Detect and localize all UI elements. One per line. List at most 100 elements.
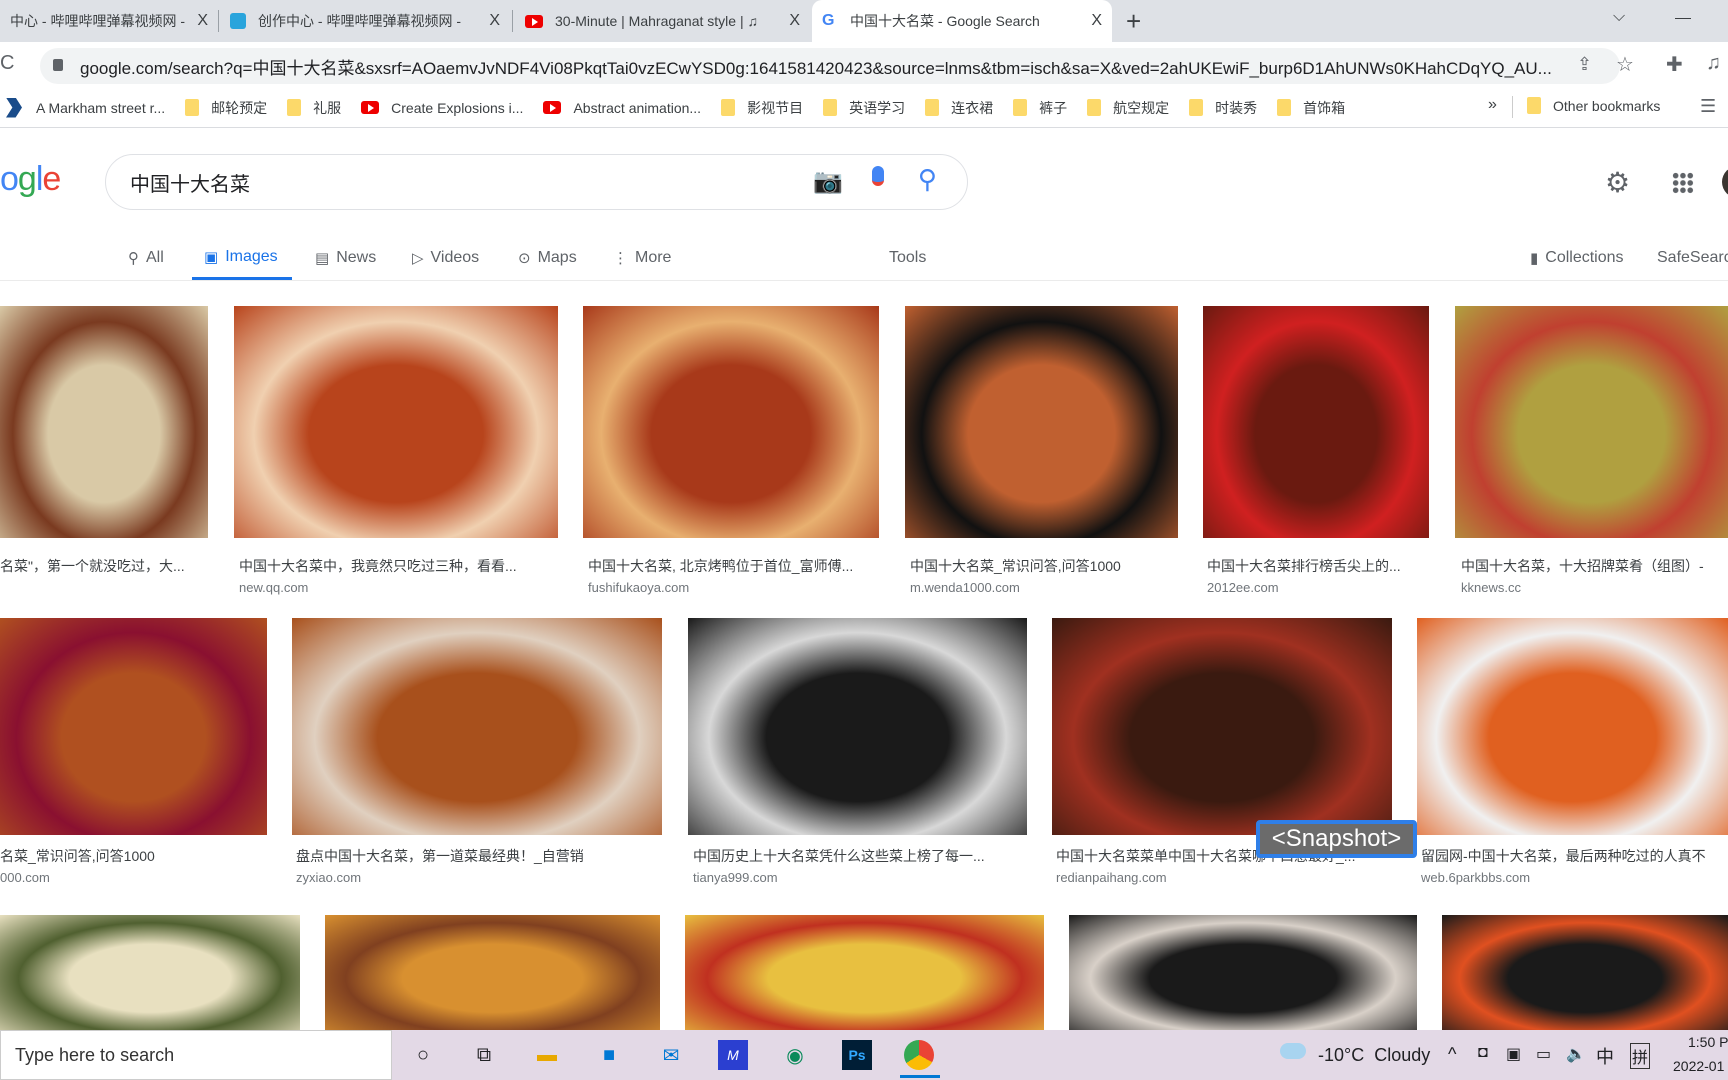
result-source[interactable]: 2012ee.com [1207,580,1279,595]
result-caption[interactable]: 中国十大名菜, 北京烤鸭位于首位_富师傅... [588,556,879,576]
new-tab-button[interactable]: + [1126,6,1141,37]
result-caption[interactable]: 盘点中国十大名菜，第一道菜最经典！_自营销 [296,846,662,866]
bookmark-folder[interactable]: 英语学习 [823,98,905,118]
volume-icon[interactable]: 🔈 [1566,1044,1586,1064]
file-explorer-icon[interactable]: ▬ [532,1040,562,1070]
result-caption[interactable]: 中国十大名菜中，我竟然只吃过三种，看看... [239,556,558,576]
weather-text[interactable]: -10°C Cloudy [1318,1045,1430,1066]
result-caption[interactable]: 名菜"，第一个就没吃过，大... [0,556,208,576]
result-source[interactable]: 000.com [0,870,50,885]
tab-images[interactable]: ▣ Images [192,236,292,280]
bookmark-folder[interactable]: 连衣裙 [925,98,993,118]
bookmark-youtube[interactable]: Abstract animation... [543,100,701,116]
tab-videos[interactable]: ▷ Videos [412,236,479,280]
show-hidden-icons-chevron[interactable]: ^ [1448,1044,1456,1065]
result-source[interactable]: kknews.cc [1461,580,1521,595]
search-icon[interactable]: ⚲ [918,164,937,195]
result-image[interactable] [1052,618,1392,835]
close-tab-icon[interactable]: X [197,12,208,30]
result-source[interactable]: fushifukaoya.com [588,580,689,595]
minimize-icon[interactable] [1675,18,1691,19]
result-caption[interactable]: 中国历史上十大名菜凭什么这些菜上榜了每一... [693,846,1027,866]
result-image[interactable] [0,618,267,835]
result-image[interactable] [234,306,558,538]
result-source[interactable]: redianpaihang.com [1056,870,1167,885]
result-source[interactable]: zyxiao.com [296,870,361,885]
bookmark-folder[interactable]: 航空规定 [1087,98,1169,118]
camera-icon[interactable]: 📷 [813,167,843,196]
result-image[interactable] [0,306,208,538]
settings-gear-icon[interactable]: ⚙ [1605,166,1630,199]
result-source[interactable]: tianya999.com [693,870,778,885]
other-bookmarks[interactable]: Other bookmarks [1527,97,1660,114]
result-source[interactable]: new.qq.com [239,580,308,595]
avatar[interactable] [1722,166,1728,198]
microsoft-store-icon[interactable]: ■ [594,1040,624,1070]
safesearch-button[interactable]: SafeSearch [1657,236,1728,280]
result-source[interactable]: web.6parkbbs.com [1421,870,1530,885]
tools-button[interactable]: Tools [889,236,926,280]
apps-grid-icon[interactable] [1672,172,1694,194]
mail-icon[interactable]: ✉ [656,1040,686,1070]
cortana-icon[interactable]: ○ [408,1040,438,1070]
extensions-puzzle-icon[interactable]: ✚ [1666,52,1683,77]
result-caption[interactable]: 中国十大名菜排行榜舌尖上的... [1207,556,1429,576]
result-caption[interactable]: 中国十大名菜，十大招牌菜肴（组图）- [1461,556,1728,576]
chrome-icon[interactable] [904,1040,934,1070]
result-caption[interactable]: 留园网-中国十大名菜，最后两种吃过的人真不 [1421,846,1728,866]
result-source[interactable]: m.wenda1000.com [910,580,1020,595]
bookmark-folder[interactable]: 裤子 [1013,98,1067,118]
ime-mode[interactable]: 拼 [1630,1043,1651,1069]
tab-bilibili-2[interactable]: 创作中心 - 哔哩哔哩弹幕视频网 - X [220,0,510,42]
more-bookmarks-button[interactable]: » [1488,96,1497,114]
result-caption[interactable]: 名菜_常识问答,问答1000 [0,846,267,866]
bookmark-folder[interactable]: 时装秀 [1189,98,1257,118]
app-icon[interactable]: M [718,1040,748,1070]
share-icon[interactable]: ⇪ [1577,54,1592,75]
close-tab-icon[interactable]: X [789,12,800,30]
bookmark-folder[interactable]: 礼服 [287,98,341,118]
tab-bilibili-1[interactable]: 中心 - 哔哩哔哩弹幕视频网 - X [0,0,218,42]
result-image[interactable] [1442,915,1728,1030]
task-view-icon[interactable]: ⧉ [469,1040,499,1070]
reading-list-icon[interactable]: ☰ [1700,96,1716,117]
lock-icon[interactable] [53,59,63,71]
bookmark-youtube[interactable]: Create Explosions i... [361,100,523,116]
result-image[interactable] [292,618,662,835]
close-tab-icon[interactable]: X [489,12,500,30]
bookmark-folder[interactable]: 首饰箱 [1277,98,1345,118]
tab-maps[interactable]: ⊙ Maps [518,236,577,280]
result-image[interactable] [905,306,1178,538]
result-image[interactable] [325,915,660,1030]
snapshot-overlay[interactable]: <Snapshot> [1256,820,1417,858]
result-image[interactable] [583,306,879,538]
microphone-icon[interactable] [872,166,884,186]
photoshop-icon[interactable]: Ps [842,1040,872,1070]
result-image[interactable] [688,618,1027,835]
tab-google-search[interactable]: G 中国十大名菜 - Google Search X [812,0,1112,42]
clock-time[interactable]: 1:50 PM [1688,1034,1728,1050]
result-image[interactable] [1203,306,1429,538]
result-image[interactable] [1455,306,1728,538]
network-icon[interactable]: ▭ [1536,1044,1551,1064]
ime-language[interactable]: 中 [1596,1043,1614,1069]
close-tab-icon[interactable]: X [1091,12,1102,30]
taskbar-search-input[interactable]: Type here to search [0,1030,392,1080]
onedrive-sync-icon[interactable]: ▣ [1506,1044,1521,1064]
tab-news[interactable]: ▤ News [315,236,376,280]
bookmark-folder[interactable]: 影视节目 [721,98,803,118]
google-logo[interactable]: ogle [0,160,61,199]
result-image[interactable] [0,915,300,1030]
collections-button[interactable]: ▮ Collections [1530,236,1624,280]
media-controls-icon[interactable]: ♫ [1706,52,1721,75]
edge-icon[interactable]: ◉ [780,1040,810,1070]
clock-date[interactable]: 2022-01 [1673,1058,1724,1074]
meet-now-icon[interactable]: ◘ [1478,1044,1488,1062]
address-bar[interactable]: google.com/search?q=中国十大名菜&sxsrf=AOaemvJ… [40,48,1620,84]
result-image[interactable] [1069,915,1417,1030]
bookmark-folder[interactable]: 邮轮预定 [185,98,267,118]
result-image[interactable] [1417,618,1728,835]
bookmark-star-icon[interactable]: ☆ [1616,52,1634,77]
result-image[interactable] [685,915,1044,1030]
tab-all[interactable]: ⚲ All [128,236,164,280]
